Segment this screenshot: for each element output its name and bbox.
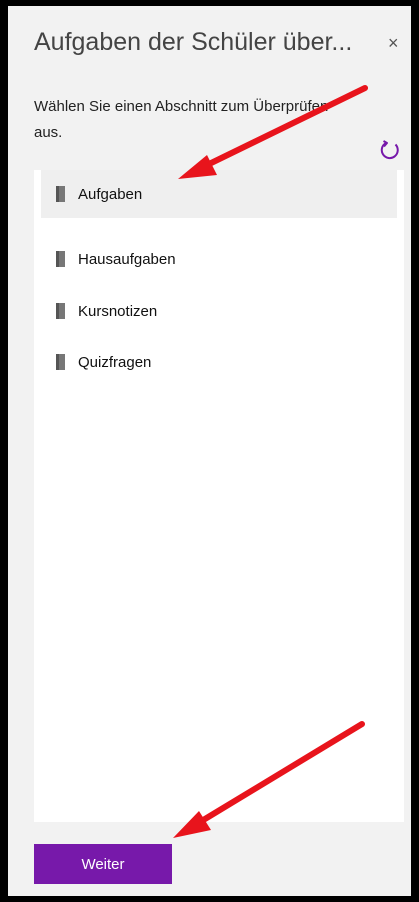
dialog-title: Aufgaben der Schüler über...	[34, 28, 353, 56]
section-item-hausaufgaben[interactable]: Hausaufgaben	[41, 235, 397, 283]
section-tab-icon	[56, 354, 65, 370]
close-icon[interactable]: ×	[388, 34, 399, 52]
section-item-label: Hausaufgaben	[78, 250, 176, 268]
section-item-aufgaben[interactable]: Aufgaben	[41, 170, 397, 218]
section-tab-icon	[56, 186, 65, 202]
section-item-kursnotizen[interactable]: Kursnotizen	[41, 287, 397, 335]
refresh-icon[interactable]	[378, 138, 402, 162]
section-item-label: Kursnotizen	[78, 302, 158, 320]
section-item-quizfragen[interactable]: Quizfragen	[41, 338, 397, 386]
section-tab-icon	[56, 303, 65, 319]
section-tab-icon	[56, 251, 65, 267]
dialog-panel: Aufgaben der Schüler über... × Wählen Si…	[8, 6, 411, 896]
dialog-description: Wählen Sie einen Abschnitt zum Überprüfe…	[34, 98, 329, 141]
next-button[interactable]: Weiter	[34, 844, 172, 884]
section-list: Aufgaben Hausaufgaben Kursnotizen Quizfr…	[34, 170, 404, 822]
section-item-label: Aufgaben	[78, 185, 143, 203]
section-item-label: Quizfragen	[78, 353, 152, 371]
